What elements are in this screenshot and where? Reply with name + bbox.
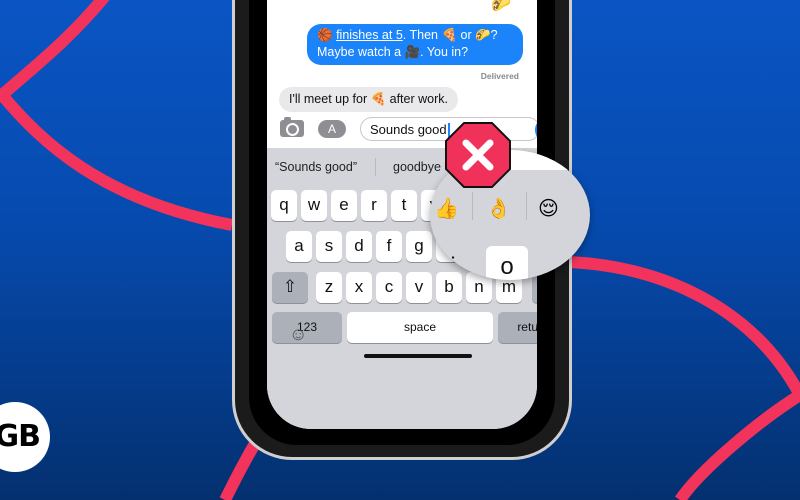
key-c[interactable]: c [376,272,402,303]
app-store-glyph: A [327,122,336,136]
basketball-emoji: 🏀 [317,28,333,42]
suggestion-divider [375,158,376,176]
emoji-suggestion-relieved[interactable]: 😌 [538,196,559,221]
key-s[interactable]: s [316,231,342,262]
partial-emoji: 🌮 [491,0,511,13]
loupe-divider [526,192,527,220]
emoji-suggestion-thumbs-up[interactable]: 👍 [434,196,459,221]
received-message-bubble[interactable]: I'll meet up for 🍕 after work. [279,87,458,112]
key-e[interactable]: e [331,190,357,221]
key-f[interactable]: f [376,231,402,262]
shift-key[interactable]: ⇧ [272,272,308,303]
suggestion-quoted[interactable]: “Sounds good” [275,160,357,174]
shift-icon: ⇧ [282,277,298,296]
sent-message-line2: Maybe watch a 🎥. You in? [317,45,469,59]
sent-message-bubble[interactable]: 🏀 finishes at 5. Then 🍕 or 🌮? Maybe watc… [307,24,523,65]
key-z[interactable]: z [316,272,342,303]
message-input-value: Sounds good [370,122,447,137]
key-v[interactable]: v [406,272,432,303]
close-x-icon [445,122,511,188]
emoji-suggestion-ok-hand[interactable]: 👌 [486,196,511,221]
sent-message-line1: . Then 🍕 or 🌮? [402,28,498,42]
key-d[interactable]: d [346,231,372,262]
dictation-mic-icon[interactable]: 🎙 [531,320,537,341]
loupe-divider [472,192,473,220]
loupe-key-o: o [486,246,528,280]
app-store-icon[interactable]: A [318,120,346,138]
home-indicator[interactable] [364,354,472,358]
key-t[interactable]: t [391,190,417,221]
key-g[interactable]: g [406,231,432,262]
key-a[interactable]: a [286,231,312,262]
camera-icon[interactable] [280,117,304,137]
key-w[interactable]: w [301,190,327,221]
loupe-key-i: i [450,253,456,280]
delivery-status: Delivered [480,71,519,81]
data-detector-link[interactable]: finishes at 5 [336,28,403,42]
emoji-keyboard-icon[interactable]: ☺ [289,324,307,345]
key-q[interactable]: q [271,190,297,221]
key-r[interactable]: r [361,190,387,221]
key-x[interactable]: x [346,272,372,303]
space-bar[interactable]: space [347,312,493,343]
